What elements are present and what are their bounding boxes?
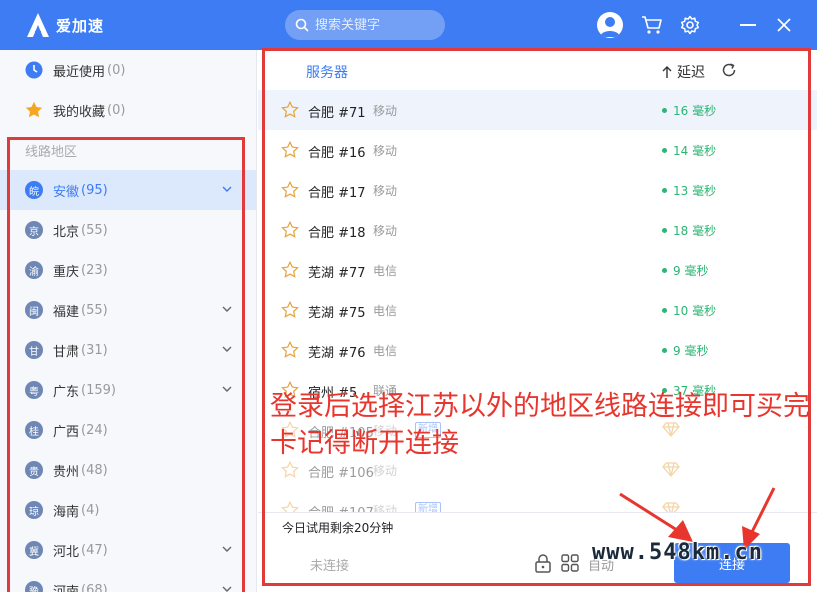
sidebar-item-label: 最近使用	[53, 64, 106, 80]
minimize-button[interactable]	[740, 24, 756, 26]
close-icon	[777, 18, 791, 32]
sidebar-item-count: (0)	[107, 62, 126, 78]
title-bar: 爱加速	[0, 0, 817, 50]
annotation-box-regions	[7, 137, 245, 592]
search-input[interactable]	[315, 17, 435, 33]
star-icon	[25, 101, 43, 118]
close-button[interactable]	[772, 13, 796, 37]
app-logo: 爱加速	[26, 12, 104, 38]
gear-icon	[680, 15, 700, 35]
cart-icon	[642, 16, 662, 34]
sidebar-item-favorites[interactable]: 我的收藏 (0)	[0, 90, 256, 130]
search-icon	[295, 18, 309, 32]
search-box[interactable]	[285, 10, 445, 40]
logo-icon	[27, 13, 49, 37]
user-icon	[600, 17, 620, 37]
app-name: 爱加速	[56, 16, 105, 35]
sidebar-item-count: (0)	[107, 102, 126, 118]
annotation-text: 登录后选择江苏以外的地区线路连接即可买完卡记得断开连接	[270, 391, 810, 459]
sidebar-item-recent[interactable]: 最近使用 (0)	[0, 50, 256, 90]
cart-button[interactable]	[640, 13, 664, 37]
sidebar-item-label: 我的收藏	[53, 104, 106, 120]
clock-icon	[25, 61, 43, 79]
user-avatar[interactable]	[597, 12, 623, 38]
watermark-text: www.548km.cn	[592, 540, 763, 565]
settings-button[interactable]	[678, 13, 702, 37]
